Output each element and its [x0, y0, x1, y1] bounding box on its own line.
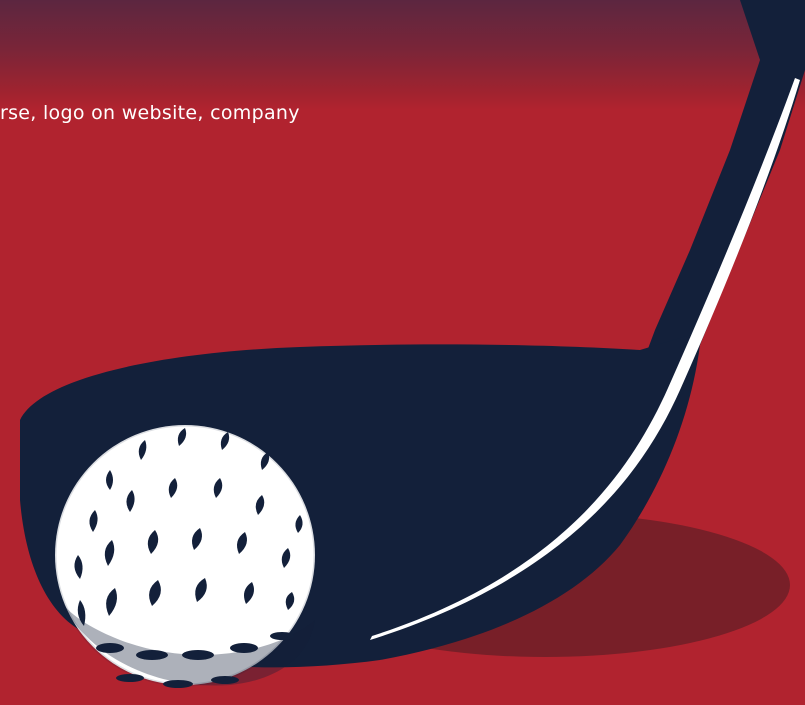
golf-poster: rse, logo on website, company — [0, 0, 805, 705]
golf-illustration — [20, 0, 805, 688]
club-shaft-icon — [640, 0, 805, 385]
golf-ball-icon — [53, 423, 317, 688]
